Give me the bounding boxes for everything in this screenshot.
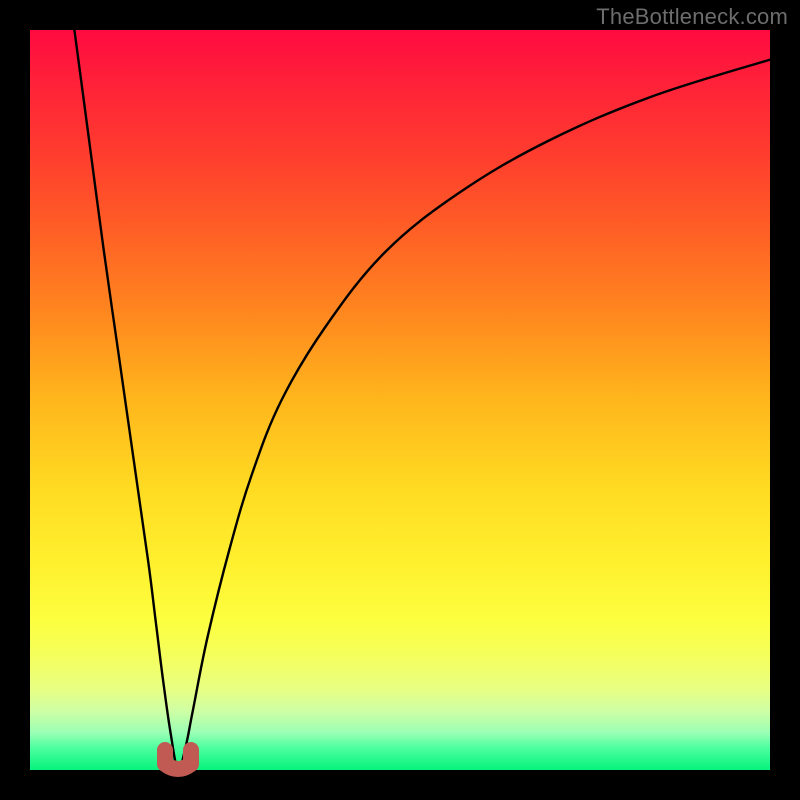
min-notch-icon: [165, 750, 191, 769]
chart-frame: TheBottleneck.com: [0, 0, 800, 800]
bottleneck-curve-line: [74, 30, 770, 770]
watermark-label: TheBottleneck.com: [596, 4, 788, 30]
bottleneck-chart: [30, 30, 770, 770]
